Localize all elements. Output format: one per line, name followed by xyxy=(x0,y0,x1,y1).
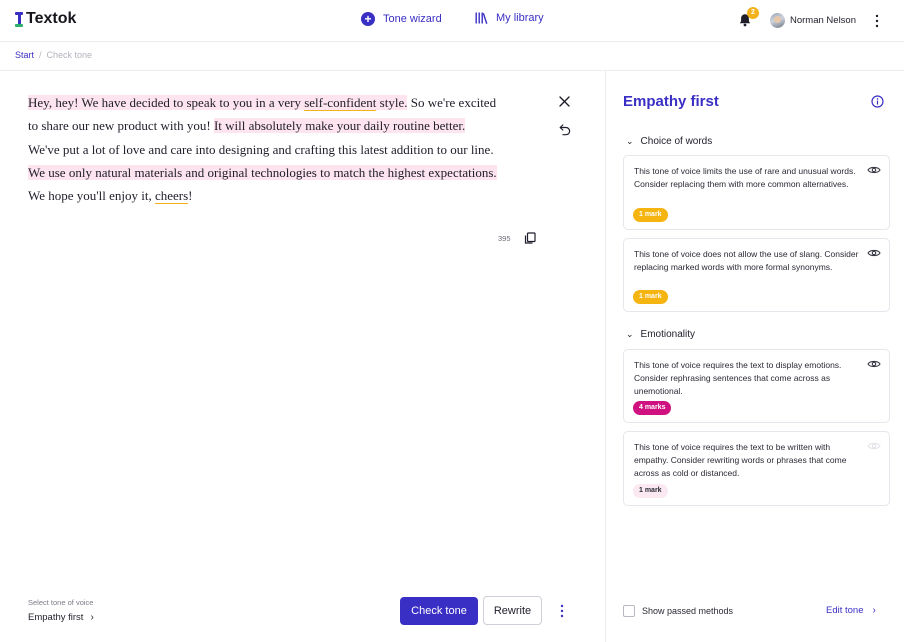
text-segment: ! xyxy=(188,188,193,204)
kebab-menu-icon[interactable] xyxy=(872,13,882,29)
section-title: Emotionality xyxy=(640,329,696,340)
method-card[interactable]: This tone of voice requires the text to … xyxy=(623,431,890,506)
close-icon[interactable] xyxy=(558,95,571,108)
edit-tone-link[interactable]: Edit tone › xyxy=(826,605,876,616)
breadcrumb-current: Check tone xyxy=(46,50,93,60)
top-bar: Textok + Tone wizard My library 2 Norman… xyxy=(0,0,904,42)
text-segment: to share our new product with you! xyxy=(28,118,214,134)
panel-title: Empathy first xyxy=(623,93,719,110)
library-icon xyxy=(475,12,488,24)
text-editor[interactable]: Hey, hey! We have decided to speak to yo… xyxy=(28,91,548,207)
editor-line: We use only natural materials and origin… xyxy=(28,161,548,184)
avatar[interactable] xyxy=(770,13,785,28)
show-passed-label: Show passed methods xyxy=(642,606,734,616)
nav-my-library[interactable]: My library xyxy=(475,12,544,24)
app-logo[interactable]: Textok xyxy=(14,10,76,28)
marks-badge[interactable]: 1 mark xyxy=(633,290,668,304)
tone-selector[interactable]: Select tone of voice Empathy first › xyxy=(28,598,94,623)
tone-selector-label: Select tone of voice xyxy=(28,598,94,607)
chevron-down-icon: ⌄ xyxy=(626,136,634,146)
section-choice-of-words[interactable]: ⌄ Choice of words xyxy=(626,136,712,147)
plus-circle-icon: + xyxy=(361,12,375,26)
kebab-menu-icon[interactable] xyxy=(557,603,567,619)
chevron-right-icon: › xyxy=(872,605,876,616)
chevron-down-icon: ⌄ xyxy=(626,329,634,339)
tone-selector-value[interactable]: Empathy first › xyxy=(28,612,94,623)
highlighted-phrase[interactable]: It will absolutely make your daily routi… xyxy=(213,118,466,134)
app-name: Textok xyxy=(26,10,77,27)
text-segment: We've put a lot of love and care into de… xyxy=(28,141,494,157)
eye-icon[interactable] xyxy=(867,359,881,369)
character-count: 395 xyxy=(498,234,511,243)
marks-badge[interactable]: 1 mark xyxy=(633,484,668,498)
nav-tone-wizard-label: Tone wizard xyxy=(383,13,442,25)
undo-icon[interactable] xyxy=(557,123,572,137)
show-passed-checkbox[interactable] xyxy=(623,605,635,617)
section-title: Choice of words xyxy=(640,136,713,147)
marks-badge[interactable]: 4 marks xyxy=(633,401,672,415)
marks-badge[interactable]: 1 mark xyxy=(633,208,668,222)
eye-icon[interactable] xyxy=(867,248,881,258)
highlighted-phrase[interactable]: Hey, hey! We have decided to speak to yo… xyxy=(28,95,408,111)
text-segment: Hey, hey! We have decided to speak to yo… xyxy=(28,95,305,110)
editor-line: Hey, hey! We have decided to speak to yo… xyxy=(28,91,548,114)
text-segment: We hope you'll enjoy it, xyxy=(28,188,155,204)
breadcrumb-start[interactable]: Start xyxy=(15,50,34,60)
method-card[interactable]: This tone of voice limits the use of rar… xyxy=(623,155,890,230)
eye-icon[interactable] xyxy=(867,441,881,451)
user-name[interactable]: Norman Nelson xyxy=(790,15,856,26)
nav-my-library-label: My library xyxy=(496,12,544,24)
card-description: This tone of voice limits the use of rar… xyxy=(634,166,856,189)
tone-panel: Empathy first ⌄ Choice of words This ton… xyxy=(605,71,904,642)
card-description: This tone of voice requires the text to … xyxy=(634,360,842,396)
text-segment: style. xyxy=(376,95,408,110)
nav-tone-wizard[interactable]: + Tone wizard xyxy=(361,12,442,26)
method-card[interactable]: This tone of voice does not allow the us… xyxy=(623,238,890,312)
editor-line: We hope you'll enjoy it, cheers! xyxy=(28,184,548,207)
breadcrumb: Start / Check tone xyxy=(15,50,92,60)
highlighted-phrase[interactable]: We use only natural materials and origin… xyxy=(28,164,497,180)
editor-line: We've put a lot of love and care into de… xyxy=(28,138,548,161)
copy-icon[interactable] xyxy=(524,232,536,244)
edit-tone-label: Edit tone xyxy=(826,605,864,616)
marked-word[interactable]: cheers xyxy=(154,188,189,205)
logo-mark-icon xyxy=(14,11,24,27)
info-icon[interactable] xyxy=(871,95,884,108)
rewrite-button[interactable]: Rewrite xyxy=(483,596,542,625)
chevron-right-icon: › xyxy=(90,612,94,623)
method-card[interactable]: This tone of voice requires the text to … xyxy=(623,349,890,423)
section-emotionality[interactable]: ⌄ Emotionality xyxy=(626,329,695,340)
selected-tone: Empathy first xyxy=(28,612,84,623)
marked-word[interactable]: self-confident xyxy=(304,95,377,111)
notification-badge: 2 xyxy=(747,7,759,19)
eye-icon[interactable] xyxy=(867,165,881,175)
card-description: This tone of voice requires the text to … xyxy=(634,442,847,478)
check-tone-button[interactable]: Check tone xyxy=(400,597,478,625)
card-description: This tone of voice does not allow the us… xyxy=(634,249,859,272)
breadcrumb-separator: / xyxy=(39,50,42,60)
editor-line: to share our new product with you! It wi… xyxy=(28,114,548,137)
text-segment: So we're excited xyxy=(407,95,497,110)
